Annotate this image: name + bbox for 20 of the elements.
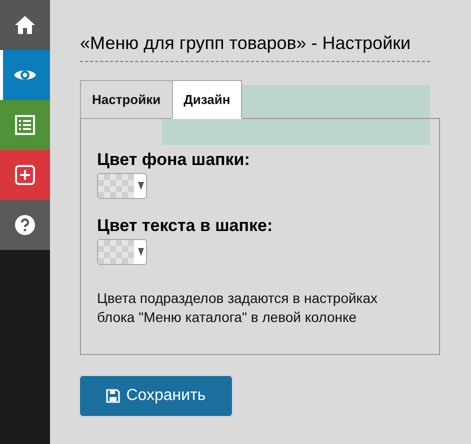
tab[interactable]: Дизайн [172,80,242,119]
home-icon [14,15,36,35]
dropdown-caret-icon [138,182,144,190]
field-label: Цвет фона шапки: [97,149,251,171]
sidebar-button[interactable] [0,100,50,150]
sidebar-button[interactable] [0,0,50,50]
color-picker[interactable] [97,173,147,199]
sidebar-button[interactable] [0,150,50,200]
sidebar-button[interactable] [0,50,50,100]
list-icon [15,115,35,135]
note-text: Цвета подразделов задаются в настройках блока "Меню каталога" в левой колонке [97,289,379,327]
color-picker[interactable] [97,239,147,265]
sidebar-button[interactable] [0,200,50,250]
tab[interactable]: Настройки [80,80,173,119]
save-button[interactable]: Сохранить [80,376,232,416]
help-icon [15,215,35,235]
field-label: Цвет текста в шапке: [97,215,274,237]
plus-square-icon [15,165,35,185]
dialog-title: «Меню для групп товаров» - Настройки [80,33,411,53]
dropdown-caret-icon [138,248,144,256]
